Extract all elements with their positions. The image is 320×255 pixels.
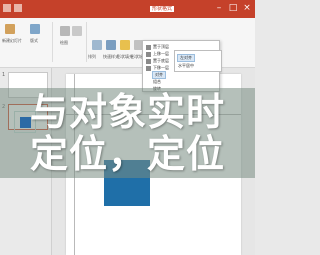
ribbon-separator [52,22,53,62]
submenu-item-align-center[interactable]: 水平居中 [178,63,194,69]
ribbon-label-arrange: 排列 [88,54,96,59]
fill-icon[interactable] [120,40,130,50]
layout-icon[interactable] [30,24,40,34]
tab-shape-format[interactable]: 形状格式 [150,6,175,12]
close-icon[interactable]: × [240,2,254,14]
ribbon-label-drawing: 绘图 [60,40,68,45]
shapes-icon[interactable] [60,26,70,36]
align-submenu: 左对齐 水平居中 [174,50,222,72]
bring-forward-icon [146,52,151,57]
menu-item-send-to-back[interactable]: 置于底层 [153,58,169,64]
menu-item-group[interactable]: 组合 [153,79,161,85]
bring-to-front-icon [146,45,151,50]
menu-item-align[interactable]: 对齐 [152,71,166,79]
minimize-icon[interactable]: – [212,2,226,14]
ribbon-label-layout: 版式 [30,38,38,43]
menu-item-bring-to-front[interactable]: 置于顶层 [153,44,169,50]
slide-number: 1 [2,72,6,78]
ribbon-separator [86,22,87,62]
send-backward-icon [146,66,151,71]
menu-item-bring-forward[interactable]: 上移一层 [153,51,169,57]
new-slide-icon[interactable] [5,24,15,34]
save-icon[interactable] [3,4,11,12]
submenu-item-align-left[interactable]: 左对齐 [177,54,195,62]
maximize-icon[interactable]: □ [226,2,240,14]
arrange-icon[interactable] [92,40,102,50]
textbox-icon[interactable] [72,26,82,36]
quick-styles-icon[interactable] [106,40,116,50]
title-bar: 形状格式 – □ × [0,0,255,18]
ribbon-label-new-slide: 新建幻灯片 [2,38,22,43]
undo-icon[interactable] [14,4,22,12]
menu-item-send-backward[interactable]: 下移一层 [153,65,169,71]
overlay-title-line-1: 与对象实时 [29,90,225,134]
send-to-back-icon [146,59,151,64]
overlay-title-line-2: 定位，定位 [29,132,225,176]
